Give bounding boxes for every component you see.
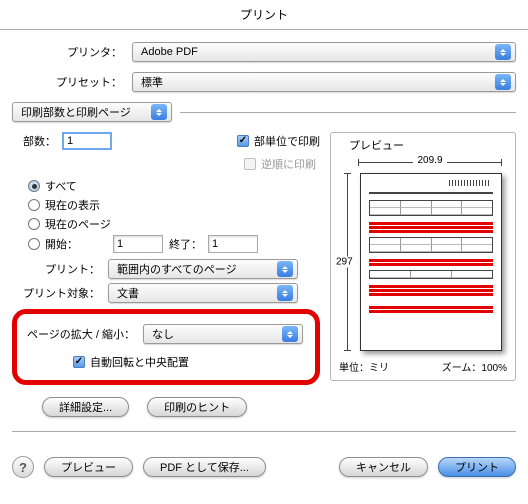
hints-button-label: 印刷のヒント bbox=[164, 399, 230, 415]
copies-label: 部数： bbox=[12, 133, 62, 149]
dropdown-arrows-icon bbox=[277, 261, 293, 277]
cancel-button-label: キャンセル bbox=[356, 459, 411, 475]
preset-value: 標準 bbox=[141, 74, 163, 90]
copies-input[interactable] bbox=[62, 132, 112, 150]
printer-value: Adobe PDF bbox=[141, 46, 198, 58]
print-target-select[interactable]: 文書 bbox=[108, 283, 298, 303]
dialog-title: プリント bbox=[0, 0, 528, 25]
preview-button[interactable]: プレビュー bbox=[44, 457, 133, 477]
printer-label: プリンタ： bbox=[12, 44, 132, 60]
save-as-pdf-label: PDF として保存... bbox=[160, 459, 249, 475]
question-icon: ? bbox=[19, 460, 27, 475]
cancel-button[interactable]: キャンセル bbox=[339, 457, 428, 477]
dropdown-arrows-icon bbox=[282, 326, 298, 342]
pages-from-label: 開始： bbox=[45, 236, 78, 252]
units-label: 単位：ミリ bbox=[339, 359, 389, 374]
checkmark-icon bbox=[237, 135, 249, 147]
dropdown-arrows-icon bbox=[495, 74, 511, 90]
print-target-value: 文書 bbox=[117, 285, 139, 301]
preview-title: プレビュー bbox=[345, 137, 408, 153]
pages-currentpage-radio[interactable]: 現在のページ bbox=[28, 216, 320, 232]
dimension-height: 297 bbox=[338, 173, 356, 351]
reverse-label: 逆順に印刷 bbox=[261, 156, 316, 172]
checkmark-icon bbox=[73, 356, 85, 368]
radio-dot-icon bbox=[28, 199, 40, 211]
scaling-select[interactable]: なし bbox=[143, 324, 303, 344]
advanced-button[interactable]: 詳細設定... bbox=[42, 397, 129, 417]
dropdown-arrows-icon bbox=[151, 104, 167, 120]
help-button[interactable]: ? bbox=[12, 456, 34, 478]
pages-to-input[interactable] bbox=[208, 235, 258, 253]
separator bbox=[0, 29, 528, 30]
print-scope-label: プリント： bbox=[12, 261, 108, 277]
dropdown-arrows-icon bbox=[495, 44, 511, 60]
auto-rotate-checkbox[interactable]: 自動回転と中央配置 bbox=[73, 354, 189, 370]
radio-dot-icon bbox=[28, 218, 40, 230]
preset-select[interactable]: 標準 bbox=[132, 72, 516, 92]
print-button[interactable]: プリント bbox=[438, 457, 516, 477]
section-value: 印刷部数と印刷ページ bbox=[21, 104, 131, 120]
collate-checkbox[interactable]: 部単位で印刷 bbox=[237, 133, 320, 149]
auto-rotate-label: 自動回転と中央配置 bbox=[90, 354, 189, 370]
pages-all-radio[interactable]: すべて bbox=[28, 178, 320, 194]
print-button-label: プリント bbox=[455, 459, 499, 475]
dropdown-arrows-icon bbox=[277, 285, 293, 301]
hints-button[interactable]: 印刷のヒント bbox=[147, 397, 247, 417]
pages-all-label: すべて bbox=[45, 178, 77, 194]
reverse-checkbox: 逆順に印刷 bbox=[244, 156, 316, 172]
pages-range-radio[interactable]: 開始： 終了： bbox=[28, 235, 320, 253]
highlight-frame: ページの拡大 / 縮小： なし 自動回転と中央配置 bbox=[12, 309, 320, 385]
print-target-label: プリント対象： bbox=[12, 285, 108, 301]
preview-button-label: プレビュー bbox=[61, 459, 116, 475]
zoom-label: ズーム：100% bbox=[442, 359, 507, 374]
pages-currentview-label: 現在の表示 bbox=[45, 197, 100, 213]
section-select[interactable]: 印刷部数と印刷ページ bbox=[12, 102, 172, 122]
print-scope-select[interactable]: 範囲内のすべてのページ bbox=[108, 259, 298, 279]
preset-label: プリセット： bbox=[12, 74, 132, 90]
radio-dot-icon bbox=[28, 180, 40, 192]
preview-panel: プレビュー 209.9 297 bbox=[330, 132, 516, 381]
dimension-height-value: 297 bbox=[336, 257, 353, 268]
dimension-width-value: 209.9 bbox=[413, 155, 446, 166]
pages-to-label: 終了： bbox=[169, 236, 202, 252]
scaling-value: なし bbox=[152, 326, 174, 342]
dimension-width: 209.9 bbox=[358, 155, 502, 166]
pages-currentpage-label: 現在のページ bbox=[45, 216, 111, 232]
preview-page bbox=[360, 173, 502, 351]
pages-from-input[interactable] bbox=[113, 235, 163, 253]
radio-dot-icon bbox=[28, 238, 40, 250]
checkbox-box bbox=[244, 158, 256, 170]
save-as-pdf-button[interactable]: PDF として保存... bbox=[143, 457, 266, 477]
advanced-button-label: 詳細設定... bbox=[59, 399, 112, 415]
printer-select[interactable]: Adobe PDF bbox=[132, 42, 516, 62]
print-scope-value: 範囲内のすべてのページ bbox=[117, 261, 237, 277]
scaling-label: ページの拡大 / 縮小： bbox=[27, 326, 143, 342]
separator-line bbox=[180, 112, 516, 113]
pages-currentview-radio[interactable]: 現在の表示 bbox=[28, 197, 320, 213]
collate-label: 部単位で印刷 bbox=[254, 133, 320, 149]
